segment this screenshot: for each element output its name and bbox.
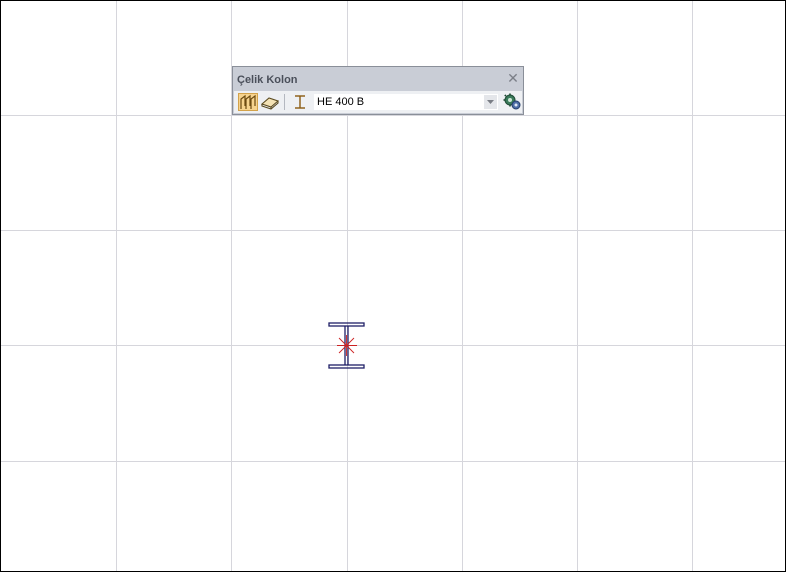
settings-button[interactable] bbox=[502, 93, 522, 111]
column-wall-tool-icon bbox=[240, 94, 256, 109]
grid-line-vertical bbox=[116, 1, 117, 571]
celik-kolon-toolbar[interactable]: Çelik Kolon ✕ HE 400 B bbox=[232, 66, 524, 115]
grid-line-vertical bbox=[692, 1, 693, 571]
gears-settings-icon bbox=[503, 93, 521, 110]
steel-column-symbol[interactable] bbox=[327, 322, 367, 372]
chevron-down-icon bbox=[487, 100, 494, 104]
drawing-canvas[interactable]: Çelik Kolon ✕ HE 400 B bbox=[0, 0, 786, 572]
toolbar-separator bbox=[284, 94, 285, 110]
toolbar-body: HE 400 B bbox=[234, 91, 522, 113]
close-button[interactable]: ✕ bbox=[506, 71, 520, 85]
slab-tool-button[interactable] bbox=[260, 93, 280, 111]
i-beam-section-button[interactable] bbox=[290, 93, 310, 111]
slab-tool-icon bbox=[260, 97, 280, 110]
grid-line-horizontal bbox=[1, 461, 785, 462]
grid-line-vertical bbox=[577, 1, 578, 571]
dropdown-arrow-button[interactable] bbox=[484, 95, 497, 109]
grid-line-horizontal bbox=[1, 345, 785, 346]
toolbar-title: Çelik Kolon bbox=[237, 74, 298, 86]
grid-line-horizontal bbox=[1, 230, 785, 231]
i-beam-section-icon bbox=[295, 95, 305, 109]
insertion-point-marker bbox=[337, 335, 357, 356]
column-wall-tool-button[interactable] bbox=[238, 93, 258, 111]
section-profile-value: HE 400 B bbox=[317, 96, 365, 108]
grid-line-horizontal bbox=[1, 115, 785, 116]
section-profile-select[interactable]: HE 400 B bbox=[313, 93, 499, 111]
